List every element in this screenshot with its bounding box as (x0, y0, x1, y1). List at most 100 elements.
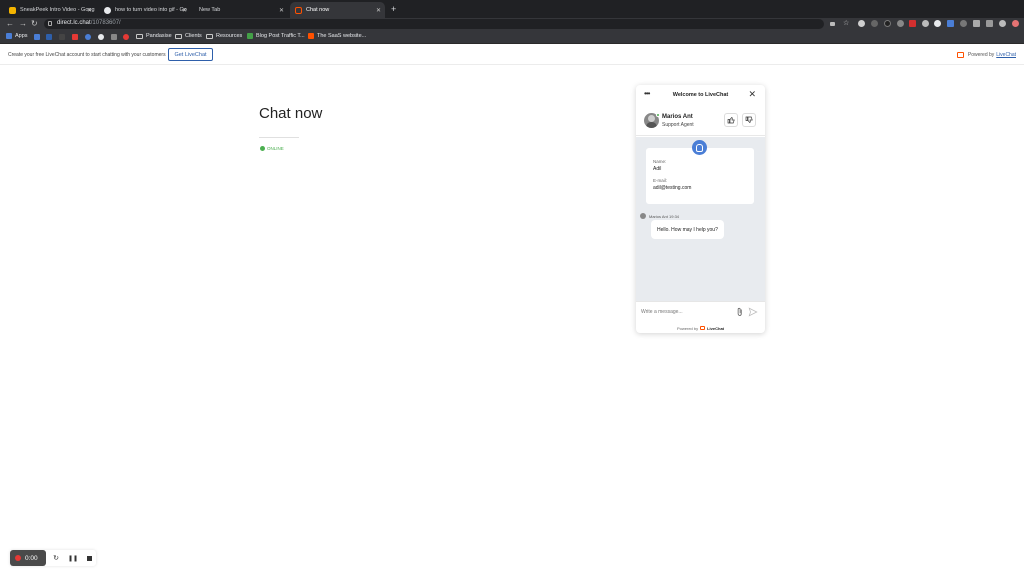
tab-sneakpeek[interactable]: SneakPeek Intro Video - Goog ✕ (4, 2, 96, 18)
widget-footer: Powered by LiveChat (676, 325, 725, 331)
tab-gif-search[interactable]: how to turn video into gif - Go ✕ (99, 2, 191, 18)
lock-icon (48, 21, 52, 26)
close-tab-icon[interactable]: ✕ (182, 7, 187, 14)
screen-recorder-controls: 0:00 ↻ ❚❚ (10, 550, 96, 566)
thumbs-up-icon (727, 117, 735, 124)
chat-header-title: Welcome to LiveChat (672, 92, 729, 98)
bookmark-icon[interactable] (123, 34, 129, 40)
folder-icon (175, 33, 182, 39)
bookmark-folder-pandasise[interactable]: Pandasise (136, 33, 172, 39)
record-button[interactable]: 0:00 (10, 550, 46, 566)
screen: SneakPeek Intro Video - Goog ✕ how to tu… (0, 0, 1024, 576)
tab-label: Chat now (306, 7, 330, 13)
message-input[interactable] (641, 307, 731, 317)
pause-icon[interactable]: ❚❚ (68, 553, 78, 563)
extension-icon[interactable] (871, 20, 878, 27)
bookmark-icon[interactable] (59, 34, 65, 40)
record-dot-icon (15, 555, 21, 561)
get-livechat-button[interactable]: Get LiveChat (168, 48, 213, 61)
paperclip-icon[interactable] (735, 307, 745, 317)
extension-icon[interactable] (858, 20, 865, 27)
restart-icon[interactable]: ↻ (51, 553, 61, 563)
extension-icon[interactable] (897, 20, 904, 27)
docs-favicon-icon (9, 6, 16, 14)
bookmark-icon[interactable] (72, 34, 78, 40)
message-composer (636, 301, 765, 321)
browser-tab-strip: SneakPeek Intro Video - Goog ✕ how to tu… (0, 0, 1024, 18)
thumbs-down-button[interactable] (742, 113, 756, 127)
close-tab-icon[interactable]: ✕ (87, 7, 92, 14)
extension-icon[interactable] (909, 20, 916, 27)
livechat-logo-icon (700, 326, 706, 330)
close-tab-icon[interactable]: ✕ (376, 7, 381, 14)
livechat-logo-icon (956, 52, 964, 58)
camera-icon[interactable] (830, 22, 835, 26)
google-favicon-icon (104, 6, 111, 14)
bookmark-icon[interactable] (34, 34, 40, 40)
agent-bar: Marios Ant Support Agent (636, 110, 765, 136)
agent-mini-avatar-icon (640, 213, 646, 219)
tab-label: SneakPeek Intro Video - Goog (20, 7, 95, 13)
bookmark-icon[interactable] (98, 34, 104, 40)
send-icon[interactable] (748, 307, 758, 317)
agent-role: Support Agent (662, 122, 694, 128)
status-indicator: ONLINE (260, 146, 284, 151)
chat-header: ••• Welcome to LiveChat ✕ (636, 85, 765, 105)
url-text: direct.lc.chat/10783607/ (57, 20, 121, 26)
bookmark-blog-post-traffic[interactable]: Blog Post Traffic T... (247, 33, 305, 39)
livechat-promo-bar: Create your free LiveChat account to sta… (0, 45, 1024, 65)
apps-grid-icon (6, 33, 12, 39)
bookmark-saas-website[interactable]: The SaaS website... (308, 33, 366, 39)
status-text: ONLINE (267, 146, 284, 151)
thumbs-down-icon (745, 116, 753, 123)
record-timer: 0:00 (25, 554, 38, 562)
extension-icon[interactable] (884, 20, 891, 27)
email-label: E-mail: (653, 178, 668, 183)
folder-icon (206, 33, 213, 39)
bookmark-icon[interactable] (111, 34, 117, 40)
livechat-brand[interactable]: LiveChat (707, 326, 724, 331)
bookmark-star-icon[interactable]: ☆ (843, 19, 849, 27)
tab-chat-now[interactable]: Chat now ✕ (290, 2, 385, 18)
bookmark-folder-clients[interactable]: Clients (175, 33, 202, 39)
close-tab-icon[interactable]: ✕ (279, 7, 284, 14)
back-arrow-icon[interactable]: ← (6, 18, 14, 30)
extension-icon[interactable] (922, 20, 929, 27)
agent-name: Marios Ant (662, 114, 693, 120)
bookmark-icon[interactable] (85, 34, 91, 40)
sheets-icon (247, 33, 253, 39)
online-dot-icon (260, 146, 265, 151)
tab-new-tab[interactable]: New Tab ✕ (194, 2, 288, 18)
close-icon[interactable]: ✕ (748, 89, 756, 100)
livechat-favicon-icon (295, 6, 302, 14)
tab-label: how to turn video into gif - Go (115, 7, 187, 13)
profile-avatar-icon[interactable] (999, 20, 1006, 27)
reading-list-icon[interactable] (986, 20, 993, 27)
agent-online-dot-icon (656, 113, 660, 117)
bookmark-apps[interactable]: Apps (6, 33, 28, 39)
extensions-puzzle-icon[interactable] (973, 20, 980, 27)
message-author-time: Marios Ant 19:34 (649, 213, 680, 219)
reload-icon[interactable]: ↻ (31, 18, 38, 30)
forward-arrow-icon[interactable]: → (19, 18, 27, 30)
extension-icon[interactable] (960, 20, 967, 27)
stop-icon[interactable] (84, 553, 94, 563)
new-tab-plus-icon[interactable]: + (391, 4, 396, 14)
chrome-menu-icon[interactable] (1012, 20, 1019, 27)
address-bar[interactable]: direct.lc.chat/10783607/ ☆ (44, 19, 849, 29)
extension-icon[interactable] (934, 20, 941, 27)
title-divider (259, 137, 299, 138)
extension-icon[interactable] (947, 20, 954, 27)
message-meta: Marios Ant 19:34 (640, 213, 679, 219)
powered-by-livechat: Powered by LiveChat (956, 52, 1016, 58)
bookmark-folder-resources[interactable]: Resources (206, 33, 242, 39)
name-value: Adil (653, 166, 662, 172)
livechat-link[interactable]: LiveChat (996, 52, 1016, 58)
message-area[interactable]: Name: Adil E-mail: adil@testing.com Mari… (636, 137, 765, 301)
bookmark-icon[interactable] (46, 34, 52, 40)
chat-widget: ••• Welcome to LiveChat ✕ Marios Ant Sup… (636, 85, 765, 333)
thumbs-up-button[interactable] (724, 113, 738, 127)
folder-icon (136, 33, 143, 39)
browser-toolbar: ← → ↻ direct.lc.chat/10783607/ ☆ (0, 18, 1024, 30)
page-title: Chat now (259, 105, 323, 122)
